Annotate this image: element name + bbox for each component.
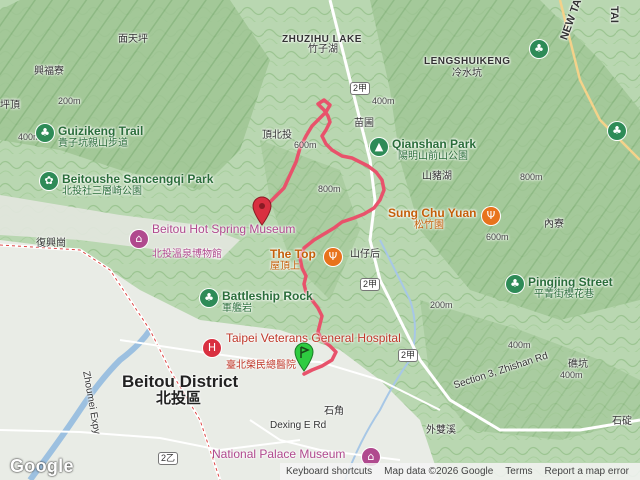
road-shield: 2甲 <box>360 278 381 291</box>
road-shield: 2甲 <box>398 349 419 362</box>
museum-icon[interactable]: ⌂ <box>130 230 148 248</box>
keyboard-shortcuts-link[interactable]: Keyboard shortcuts <box>286 466 372 477</box>
place-label: 興福寮 <box>34 66 64 77</box>
elevation-label: 200m <box>430 300 453 310</box>
elevation-label: 800m <box>318 184 341 194</box>
place-label: 冷水坑 <box>452 68 482 79</box>
flower-icon[interactable]: ✿ <box>40 172 58 190</box>
restaurant-icon[interactable]: Ψ <box>324 248 342 266</box>
poi-name-zh: 臺北榮民總醫院 <box>226 360 296 371</box>
place-label: 竹子湖 <box>308 44 338 55</box>
elevation-label: 400m <box>560 370 583 380</box>
place-label: LENGSHUIKENG <box>424 56 511 67</box>
hiking-icon[interactable]: ♣ <box>608 122 626 140</box>
hiking-icon[interactable]: ♣ <box>530 40 548 58</box>
poi-name: Sung Chu Yuan <box>388 206 477 220</box>
elevation-label: 400m <box>508 340 531 350</box>
region-label: TAI <box>608 6 620 23</box>
park-icon[interactable]: ♣ <box>36 124 54 142</box>
google-logo: Google <box>10 456 74 476</box>
place-label: 苗圃 <box>354 118 374 129</box>
terms-link[interactable]: Terms <box>505 466 532 477</box>
elevation-label: 600m <box>294 140 317 150</box>
elevation-label: 200m <box>58 96 81 106</box>
place-label: 山豬湖 <box>422 171 452 182</box>
district-label-zh: 北投區 <box>156 390 202 407</box>
start-marker-icon[interactable] <box>294 342 314 372</box>
poi-name: Battleship Rock <box>222 289 313 303</box>
poi-name: The Top <box>270 247 316 261</box>
place-label: 坪頂 <box>0 100 20 111</box>
end-marker-icon[interactable] <box>252 196 272 226</box>
poi-name-zh: 松竹園 <box>414 220 444 231</box>
place-label: 頂北投 <box>262 130 292 141</box>
elevation-label: 800m <box>520 172 543 182</box>
place-label: 山仔后 <box>350 249 380 260</box>
map-footer: Keyboard shortcuts Map data ©2026 Google… <box>280 463 640 480</box>
place-label: 石角 <box>324 406 344 417</box>
place-label: 面天坪 <box>118 34 148 45</box>
road-name-label: Dexing E Rd <box>270 420 327 431</box>
map-data-attribution: Map data ©2026 Google <box>384 466 494 477</box>
elevation-label: 400m <box>372 96 395 106</box>
road-shield: 2乙 <box>158 452 179 465</box>
tree-icon[interactable]: ▲ <box>370 138 388 156</box>
place-label: 復興崗 <box>36 238 66 249</box>
place-label: 內寮 <box>544 219 564 230</box>
poi-name-zh: 軍艦岩 <box>222 303 252 314</box>
road-shield: 2甲 <box>350 82 371 95</box>
poi-name: National Palace Museum <box>212 447 346 461</box>
poi-name: Pingjing Street <box>528 275 613 289</box>
poi-name-zh: 貴子坑親山步道 <box>58 138 128 149</box>
poi-name: Beitou Hot Spring Museum <box>152 222 296 236</box>
park-icon[interactable]: ♣ <box>506 275 524 293</box>
poi-name: Guizikeng Trail <box>58 124 144 138</box>
poi-name: Qianshan Park <box>392 137 477 151</box>
place-label: 礁坑 <box>568 359 588 370</box>
place-label: 石碇 <box>612 416 632 427</box>
poi-name: Beitoushe Sancengqi Park <box>62 172 214 186</box>
poi-name-zh: 屋頂上 <box>270 261 300 272</box>
district-label-en: Beitou District <box>122 372 239 391</box>
poi-name-zh: 陽明山前山公園 <box>398 151 468 162</box>
report-error-link[interactable]: Report a map error <box>545 466 629 477</box>
place-label: 外雙溪 <box>426 425 456 436</box>
poi-name-zh: 北投溫泉博物館 <box>152 249 222 260</box>
elevation-label: 600m <box>486 232 509 242</box>
restaurant-icon[interactable]: Ψ <box>482 207 500 225</box>
poi-name-zh: 北投社三層崎公園 <box>62 186 142 197</box>
park-icon[interactable]: ♣ <box>200 289 218 307</box>
hospital-icon[interactable]: H <box>203 339 221 357</box>
poi-name-zh: 平菁街櫻花巷 <box>534 289 594 300</box>
